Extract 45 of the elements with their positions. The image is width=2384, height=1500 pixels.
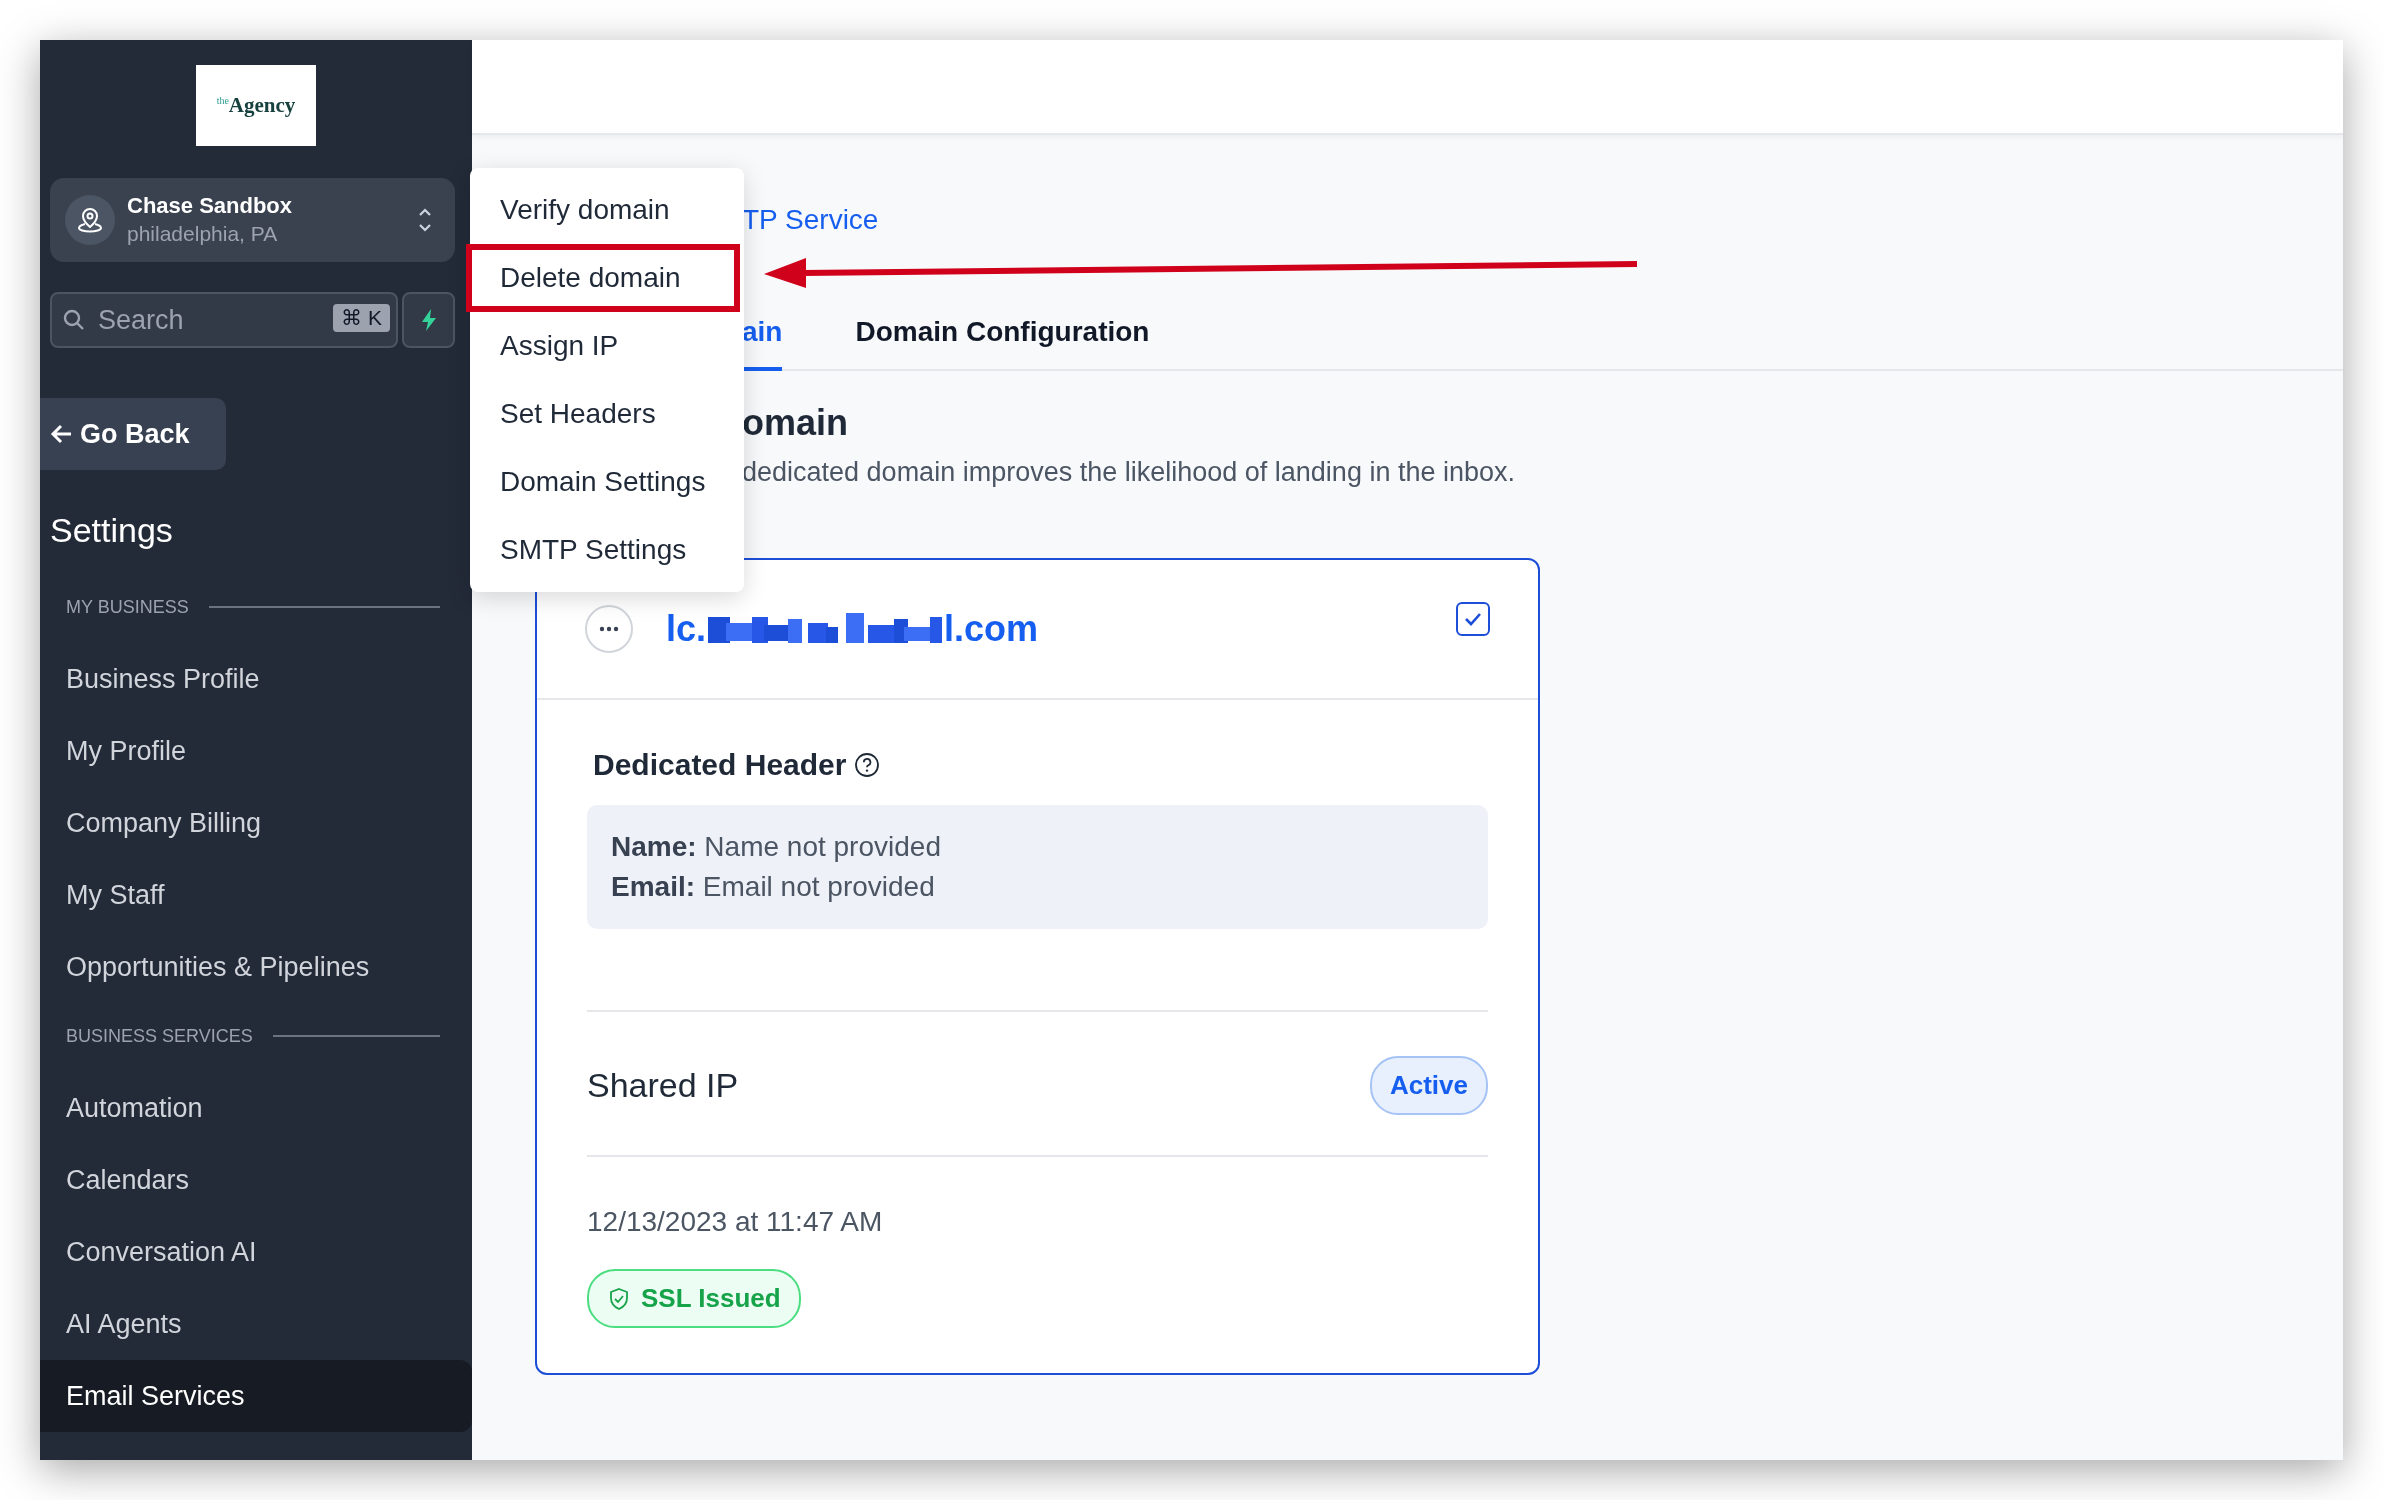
section-heading: MY BUSINESS [66,596,189,619]
sidebar-item[interactable]: Company Billing [40,787,472,859]
domain-name: lc. [666,608,707,650]
ssl-badge: SSL Issued [587,1269,801,1328]
menu-item[interactable]: Set Headers [470,380,744,448]
section-title: omain [742,401,848,445]
checkbox[interactable] [1456,602,1490,636]
header-field-text: Email: Email not provided [611,870,936,904]
help-icon [854,752,881,778]
created-date: 12/13/2023 at 11:47 AM [587,1205,883,1239]
settings-title: Settings [50,510,174,551]
dedicated-header-title: Dedicated Header [593,747,847,783]
sidebar-item[interactable]: Business Profile [40,643,472,715]
breadcrumb-link[interactable]: TP Service [742,206,879,234]
sidebar-item[interactable]: My Staff [40,859,472,931]
header-field-text: Name: Name not provided [611,830,942,864]
menu-item[interactable]: Delete domain [466,244,740,312]
quick-action-button[interactable] [402,292,455,348]
section-description: dedicated domain improves the likelihood of landing in the inbox. [742,456,1515,489]
menu-item[interactable]: Assign IP [470,312,744,380]
location-address: philadelphia, PA [127,221,279,247]
menu-item[interactable]: SMTP Settings [470,516,744,584]
sidebar-item[interactable]: Automation [40,1072,472,1144]
sidebar-item[interactable]: AI Agents [40,1288,472,1360]
sidebar-item[interactable]: Opportunities & Pipelines [40,931,472,1003]
sidebar-item[interactable]: Calendars [40,1144,472,1216]
domain-name: l.com [944,608,1039,650]
section-heading: BUSINESS SERVICES [66,1025,253,1048]
status-badge: Active [1369,1056,1488,1115]
shortcut-badge: ⌘ K [333,304,390,332]
ellipsis-icon [599,626,619,632]
location-switcher[interactable]: Chase Sandbox philadelphia, PA [50,178,455,262]
sidebar-item[interactable]: My Profile [40,715,472,787]
map-pin-icon [65,195,115,245]
search-icon [62,308,86,332]
tab[interactable]: Domain Configuration [855,316,1150,371]
sidebar-item[interactable]: Email Services [40,1360,472,1432]
go-back-button[interactable]: Go Back [40,398,226,470]
location-name: Chase Sandbox [127,192,293,220]
menu-item[interactable]: Domain Settings [470,448,744,516]
sidebar-item[interactable]: Conversation AI [40,1216,472,1288]
arrow-left-icon [50,422,74,446]
ip-label: Shared IP [587,1066,739,1105]
more-options-button[interactable] [585,605,633,653]
menu-item[interactable]: Verify domain [470,176,744,244]
